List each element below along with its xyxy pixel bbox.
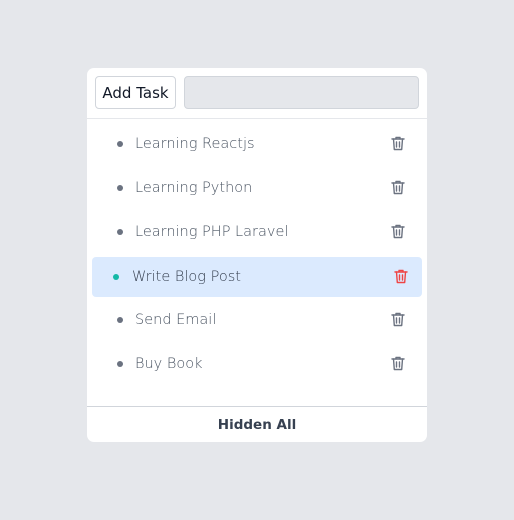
trash-icon[interactable]: [390, 355, 406, 372]
hidden-all-button[interactable]: Hidden All: [87, 407, 427, 442]
bullet-icon: [117, 361, 123, 367]
task-entry-bar: Add Task: [87, 68, 427, 119]
trash-icon[interactable]: [393, 268, 409, 285]
task-input[interactable]: [184, 76, 419, 109]
todo-card: Add Task Learning Reactjs Learning Pytho…: [87, 68, 427, 442]
task-item[interactable]: Learning PHP Laravel: [92, 212, 422, 252]
bullet-icon: [117, 141, 123, 147]
task-item[interactable]: Write Blog Post: [92, 257, 422, 297]
bullet-icon: [117, 229, 123, 235]
trash-icon[interactable]: [390, 311, 406, 328]
trash-icon[interactable]: [390, 223, 406, 240]
trash-icon[interactable]: [390, 135, 406, 152]
task-label: Learning Reactjs: [135, 136, 255, 152]
task-label: Send Email: [135, 312, 217, 328]
bullet-icon: [113, 274, 119, 280]
trash-icon[interactable]: [390, 179, 406, 196]
task-item[interactable]: Learning Python: [92, 168, 422, 208]
task-label: Learning PHP Laravel: [135, 224, 289, 240]
task-label: Write Blog Post: [132, 269, 241, 285]
task-footer: Hidden All: [87, 406, 427, 442]
task-label: Buy Book: [135, 356, 203, 372]
task-item[interactable]: Buy Book: [92, 344, 422, 384]
task-label: Learning Python: [135, 180, 253, 196]
bullet-icon: [117, 317, 123, 323]
task-item[interactable]: Learning Reactjs: [92, 124, 422, 164]
task-item[interactable]: Send Email: [92, 300, 422, 340]
add-task-button[interactable]: Add Task: [95, 76, 176, 109]
bullet-icon: [117, 185, 123, 191]
